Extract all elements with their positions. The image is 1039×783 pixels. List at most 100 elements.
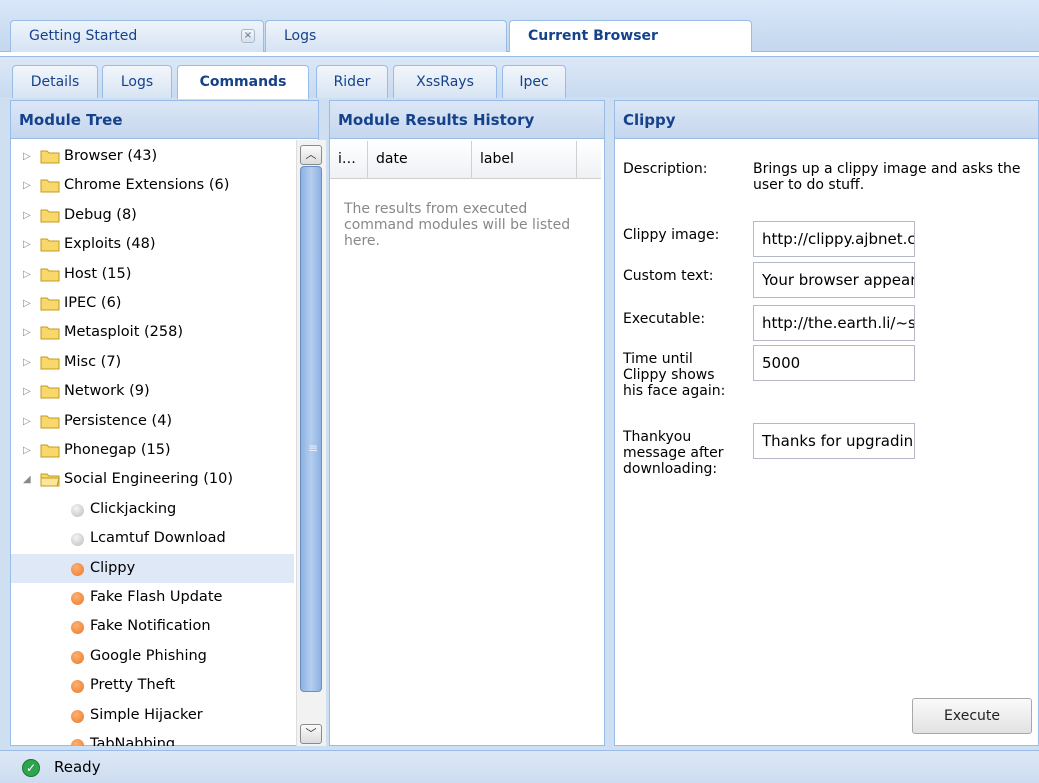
- folder-icon: [40, 209, 60, 223]
- browser-tab-bar: Details Logs Commands Rider XssRays Ipec: [0, 52, 1039, 99]
- module-active-icon: [71, 621, 84, 635]
- tree-folder[interactable]: ▷ IPEC (6): [11, 289, 294, 318]
- collapsed-arrow-icon[interactable]: ▷: [23, 260, 31, 289]
- tree-module-label: Simple Hijacker: [90, 706, 203, 723]
- module-active-icon: [71, 592, 84, 605]
- collapsed-arrow-icon[interactable]: ▷: [23, 407, 31, 436]
- module-config-panel: Clippy Description: Brings up a clippy i…: [614, 100, 1039, 746]
- tree-folder[interactable]: ▷ Debug (8): [11, 201, 294, 230]
- module-inactive-icon: [71, 533, 84, 547]
- execute-button[interactable]: Execute: [912, 698, 1032, 734]
- column-label[interactable]: label: [472, 141, 577, 179]
- tree-module-label: Clippy: [90, 559, 136, 576]
- folder-icon: [40, 415, 60, 429]
- tree-folder[interactable]: ▷ Chrome Extensions (6): [11, 171, 294, 200]
- tree-module[interactable]: Clippy: [11, 553, 294, 583]
- collapsed-arrow-icon[interactable]: ▷: [23, 171, 31, 200]
- main-tab-bar: Getting Started × Logs Current Browser: [0, 0, 1039, 53]
- tree-module[interactable]: Clickjacking: [11, 495, 294, 524]
- time-until-label: Time until Clippy shows his face again:: [623, 351, 726, 399]
- collapsed-arrow-icon[interactable]: ▷: [23, 377, 31, 406]
- module-tree: ▷ Browser (43) ▷ Chrome Extensions (6) ▷ Debu…: [11, 140, 294, 746]
- executable-input[interactable]: http://the.earth.li/~sgtatham/putty/: [753, 305, 915, 341]
- column-date[interactable]: date: [368, 141, 472, 179]
- folder-icon: [40, 356, 60, 370]
- tree-folder[interactable]: ▷ Exploits (48): [11, 230, 294, 259]
- tree-module[interactable]: Pretty Theft: [11, 671, 294, 700]
- module-active-icon: [71, 680, 84, 694]
- scrollbar-thumb[interactable]: ≡: [300, 166, 322, 692]
- description-label: Description:: [623, 161, 708, 177]
- tree-module-label: Clickjacking: [90, 500, 177, 517]
- collapsed-arrow-icon[interactable]: ▷: [23, 348, 31, 377]
- panel-title: Module Results History: [330, 101, 604, 139]
- close-icon[interactable]: ×: [241, 29, 255, 43]
- status-bar: ✓ Ready: [0, 750, 1039, 783]
- tree-folder-label: IPEC (6): [64, 295, 122, 311]
- results-history-panel: Module Results History i… date label The…: [329, 100, 605, 746]
- tree-folder[interactable]: ▷ Browser (43): [11, 142, 294, 171]
- collapsed-arrow-icon[interactable]: ▷: [23, 318, 31, 347]
- folder-icon: [40, 268, 60, 282]
- tab-getting-started[interactable]: Getting Started ×: [10, 20, 264, 52]
- collapsed-arrow-icon[interactable]: ▷: [23, 201, 31, 230]
- thankyou-message-input[interactable]: Thanks for upgrading your browser!: [753, 423, 915, 459]
- tree-folder-label: Network (9): [64, 383, 150, 400]
- tree-module-label: TabNabbing: [90, 736, 176, 746]
- folder-icon: [40, 473, 60, 487]
- tab-label: Getting Started: [29, 28, 138, 44]
- tree-folder[interactable]: ▷ Misc (7): [11, 348, 294, 377]
- collapsed-arrow-icon[interactable]: ▷: [23, 142, 31, 171]
- tab-current-browser[interactable]: Current Browser: [509, 20, 752, 53]
- tree-module-label: Fake Notification: [90, 618, 211, 635]
- tree-module[interactable]: Google Phishing: [11, 642, 294, 671]
- custom-text-input[interactable]: Your browser appears to be out of date: [753, 262, 915, 298]
- scroll-up-icon[interactable]: ︿: [300, 145, 322, 165]
- grip-icon: ≡: [308, 441, 319, 455]
- tree-folder[interactable]: ▷ Persistence (4): [11, 407, 294, 436]
- folder-icon: [40, 238, 60, 252]
- time-until-input[interactable]: 5000: [753, 345, 915, 381]
- tree-folder[interactable]: ▷ Host (15): [11, 260, 294, 289]
- tree-folder-label: Misc (7): [64, 353, 122, 370]
- tab-ipec[interactable]: Ipec: [502, 65, 566, 98]
- tree-scrollbar[interactable]: ︿ ≡ ﹀: [296, 140, 326, 746]
- tree-module[interactable]: Simple Hijacker: [11, 701, 294, 730]
- clippy-image-input[interactable]: http://clippy.ajbnet.com/1.0.0/: [753, 221, 915, 257]
- tree-folder[interactable]: ▷ Metasploit (258): [11, 318, 294, 347]
- tab-details[interactable]: Details: [12, 65, 98, 98]
- panel-title: Module Tree: [11, 101, 318, 139]
- collapsed-arrow-icon[interactable]: ▷: [23, 436, 31, 465]
- tree-module-label: Google Phishing: [90, 647, 207, 664]
- empty-results-message: The results from executed command module…: [344, 201, 571, 249]
- scroll-down-icon[interactable]: ﹀: [300, 724, 322, 744]
- folder-icon: [40, 444, 60, 458]
- tree-module-label: Lcamtuf Download: [90, 530, 226, 547]
- tree-folder-label: Browser (43): [64, 148, 158, 164]
- tree-folder[interactable]: ▷ Phonegap (15): [11, 436, 294, 465]
- folder-icon: [40, 150, 60, 164]
- tab-commands[interactable]: Commands: [177, 65, 309, 99]
- tree-folder-label: Metasploit (258): [64, 324, 183, 341]
- tree-folder-label: Host (15): [64, 265, 132, 282]
- tree-folder-label: Exploits (48): [64, 236, 156, 253]
- tab-xssrays[interactable]: XssRays: [393, 65, 497, 98]
- tree-module[interactable]: Fake Notification: [11, 612, 294, 641]
- tab-logs[interactable]: Logs: [265, 20, 507, 52]
- tree-module[interactable]: TabNabbing: [11, 730, 294, 746]
- tree-folder[interactable]: ▷ Network (9): [11, 377, 294, 406]
- tree-module[interactable]: Fake Flash Update: [11, 583, 294, 612]
- tree-module[interactable]: Lcamtuf Download: [11, 524, 294, 553]
- thankyou-message-label: Thankyou message after downloading:: [623, 429, 724, 477]
- tab-rider[interactable]: Rider: [316, 65, 388, 98]
- tree-folder[interactable]: ◢ Social Engineering (10): [11, 465, 294, 494]
- collapsed-arrow-icon[interactable]: ▷: [23, 230, 31, 259]
- clippy-image-label: Clippy image:: [623, 227, 720, 243]
- column-id[interactable]: i…: [330, 141, 368, 179]
- collapsed-arrow-icon[interactable]: ▷: [23, 289, 31, 318]
- module-active-icon: [71, 709, 84, 723]
- module-active-icon: [71, 562, 84, 576]
- tab-logs-sub[interactable]: Logs: [102, 65, 172, 98]
- tree-folder-label: Chrome Extensions (6): [64, 177, 230, 194]
- expanded-arrow-icon[interactable]: ◢: [23, 465, 31, 494]
